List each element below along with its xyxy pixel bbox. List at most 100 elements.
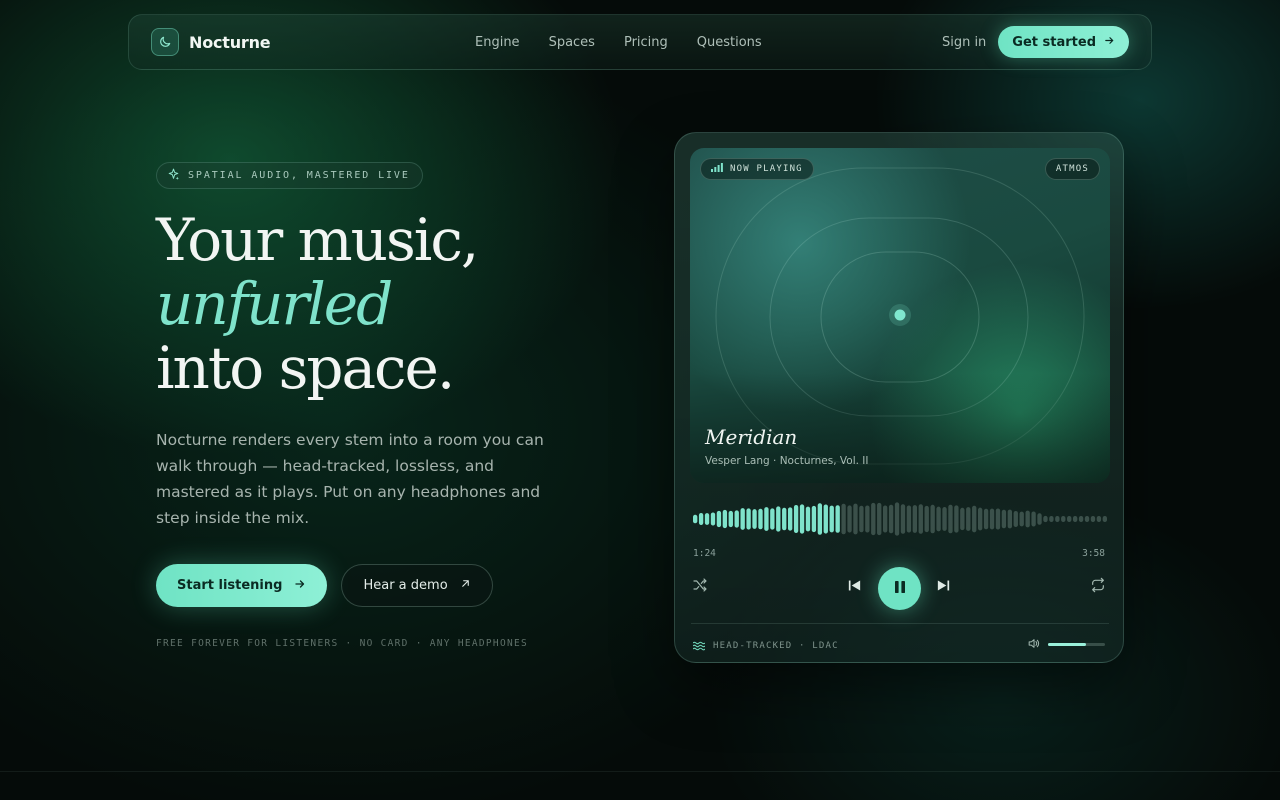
nav-link-spaces[interactable]: Spaces xyxy=(549,35,595,50)
pause-icon xyxy=(893,579,907,598)
skip-previous-icon[interactable] xyxy=(846,577,863,594)
waveform-bar xyxy=(698,513,704,525)
sign-in-link[interactable]: Sign in xyxy=(942,35,986,50)
waveform-bar xyxy=(1049,516,1054,522)
waveform-bar xyxy=(1007,509,1013,529)
nav-link-pricing[interactable]: Pricing xyxy=(624,35,668,50)
waveform-bar xyxy=(776,506,781,532)
page-divider xyxy=(0,771,1280,772)
sparkle-icon xyxy=(167,166,180,185)
album-art: NOW PLAYING ATMOS Meridian Vesper Lang ·… xyxy=(690,148,1110,483)
waveform-bar xyxy=(882,505,888,533)
waveform-bar xyxy=(983,508,989,530)
waveform-bar xyxy=(871,502,876,536)
waveform-bar xyxy=(942,507,947,531)
player-card: NOW PLAYING ATMOS Meridian Vesper Lang ·… xyxy=(674,132,1124,663)
waveform-bar xyxy=(716,510,722,528)
waveform-bar xyxy=(906,505,912,533)
nav-link-questions[interactable]: Questions xyxy=(697,35,762,50)
waveform-bar xyxy=(1067,516,1072,522)
volume-level xyxy=(1048,643,1087,646)
shuffle-icon[interactable] xyxy=(692,577,708,593)
now-playing-badge: NOW PLAYING xyxy=(700,158,814,180)
waveform-bar xyxy=(918,504,923,534)
waveform-bar xyxy=(1037,513,1042,525)
moon-icon xyxy=(151,28,179,56)
waveform-bar xyxy=(734,510,739,528)
waveform-bar xyxy=(746,508,751,530)
waveform-bar xyxy=(1055,516,1060,522)
track-subtitle: Vesper Lang · Nocturnes, Vol. II xyxy=(705,455,869,467)
waveform-bar xyxy=(787,507,793,531)
hero-cta-row: Start listening Hear a demo xyxy=(156,564,493,607)
waveform-bar xyxy=(853,503,858,535)
waveform-bar xyxy=(1090,516,1096,522)
waveform-bar xyxy=(960,507,965,531)
player-divider xyxy=(691,623,1109,624)
waveform-scrubber[interactable] xyxy=(693,499,1107,539)
waveform-bar xyxy=(752,509,757,529)
volume-icon[interactable] xyxy=(1027,635,1040,654)
waveform-bar xyxy=(805,506,811,532)
arrow-right-icon xyxy=(294,578,306,594)
repeat-icon[interactable] xyxy=(1090,577,1106,593)
waveform-bar xyxy=(823,504,828,534)
waveform-bar xyxy=(782,507,787,531)
waveform-bar xyxy=(995,508,1001,530)
volume-slider[interactable] xyxy=(1048,643,1105,646)
waveform-bar xyxy=(948,504,953,534)
headline-accent: unfurled xyxy=(156,270,393,338)
start-listening-button[interactable]: Start listening xyxy=(156,564,328,607)
nav-links: Engine Spaces Pricing Questions xyxy=(475,35,762,50)
brand[interactable]: Nocturne xyxy=(151,28,451,56)
nav-link-engine[interactable]: Engine xyxy=(475,35,520,50)
waveform-bar xyxy=(799,504,805,534)
waveform-bar xyxy=(1084,516,1090,522)
pause-button[interactable] xyxy=(878,567,921,610)
waveform-bar xyxy=(954,505,959,533)
waveform-bar xyxy=(966,507,971,531)
signal-bars-icon xyxy=(711,163,723,175)
waveform-bar xyxy=(924,505,929,533)
hero-badge-text: SPATIAL AUDIO, MASTERED LIVE xyxy=(188,170,410,181)
waveform-bar xyxy=(1096,516,1102,522)
waveform-bar xyxy=(728,510,733,528)
format-badge-text: ATMOS xyxy=(1055,164,1089,174)
waveform-bar xyxy=(1061,516,1066,522)
waveform-bar xyxy=(989,508,995,530)
start-listening-label: Start listening xyxy=(177,578,283,593)
time-current: 1:24 xyxy=(693,548,716,559)
waveform-bar xyxy=(972,505,977,533)
waveform-bar xyxy=(835,505,840,533)
waveform-bar xyxy=(1001,509,1007,529)
waveform-bar xyxy=(704,513,710,525)
headline-line-3: into space. xyxy=(156,334,455,402)
waveform-bar xyxy=(930,504,935,534)
hero-badge: SPATIAL AUDIO, MASTERED LIVE xyxy=(156,162,423,189)
waveform-bar xyxy=(811,505,817,533)
waveform-bar xyxy=(764,507,769,531)
waveform-bar xyxy=(740,508,745,530)
waveform-bar xyxy=(793,505,799,533)
waveform-bar xyxy=(710,512,716,526)
waveform-bar xyxy=(865,505,870,533)
now-playing-text: NOW PLAYING xyxy=(730,164,803,174)
waveform-bar xyxy=(900,504,906,534)
playback-controls xyxy=(675,566,1125,610)
hear-demo-button[interactable]: Hear a demo xyxy=(341,564,493,607)
hero-footnote: FREE FOREVER FOR LISTENERS · NO CARD · A… xyxy=(156,638,529,649)
get-started-button[interactable]: Get started xyxy=(998,26,1129,58)
waveform-bar xyxy=(1013,510,1018,528)
skip-next-icon[interactable] xyxy=(935,577,952,594)
get-started-label: Get started xyxy=(1012,34,1096,50)
waveform-bar xyxy=(770,508,775,530)
hero-description: Nocturne renders every stem into a room … xyxy=(156,431,544,527)
arrow-right-icon xyxy=(1104,35,1115,50)
waveform-bar xyxy=(888,504,894,534)
waveform-bar xyxy=(841,503,846,535)
player-status-text: HEAD-TRACKED · LDAC xyxy=(713,640,839,651)
top-nav: Nocturne Engine Spaces Pricing Questions… xyxy=(128,14,1152,70)
waveform-bar xyxy=(1025,510,1030,528)
waveform-bar xyxy=(722,509,728,529)
headline-line-1: Your music, xyxy=(156,206,479,274)
